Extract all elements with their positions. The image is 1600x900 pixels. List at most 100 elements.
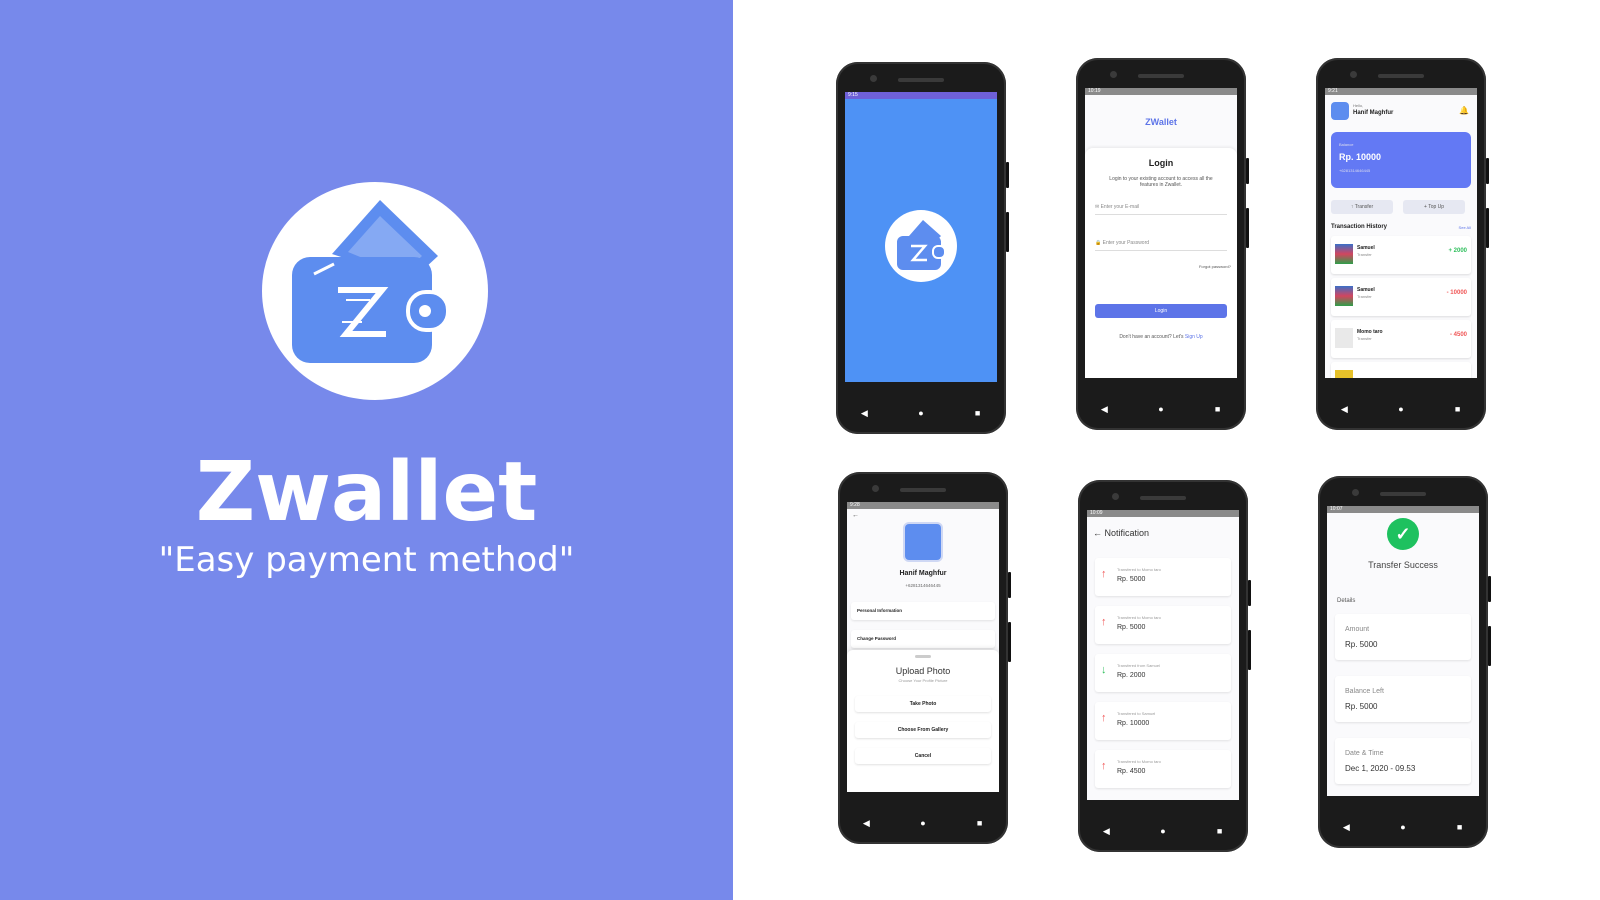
recent-nav-button[interactable]: ■	[1440, 822, 1480, 832]
phone-notification: 10:09 ← Notification ↑ Transfered to Mom…	[1078, 480, 1251, 852]
balance-label: Balance	[1339, 142, 1354, 147]
phone-login: 10:19 ZWallet Login Login to your existi…	[1076, 58, 1249, 430]
avatar[interactable]	[1331, 102, 1349, 120]
success-screen: 10:07 ✓ Transfer Success Details Amount …	[1327, 506, 1479, 796]
login-button[interactable]: Login	[1095, 304, 1227, 318]
wallet-logo-icon	[897, 220, 946, 270]
arrow-down-icon: ↓	[1101, 664, 1107, 676]
back-nav-button[interactable]: ◀	[844, 408, 884, 419]
recent-nav-button[interactable]: ■	[960, 818, 1000, 828]
see-all-link[interactable]: See All	[1459, 225, 1471, 230]
status-bar: 10:07	[1327, 506, 1479, 513]
arrow-up-icon: ↑	[1101, 712, 1107, 724]
change-password-item[interactable]: Change Password	[851, 630, 995, 648]
notification-item[interactable]: ↑ Transfered to Momo taro Rp. 5000	[1095, 558, 1231, 596]
arrow-up-icon: ↑	[1101, 616, 1107, 628]
camera	[870, 75, 877, 82]
app-title: Zwallet	[195, 445, 538, 540]
profile-screen: 9:28 ← Hanif Maghfur +6281314646445 Pers…	[847, 502, 999, 792]
brand-panel: Zwallet "Easy payment method"	[0, 0, 733, 900]
arrow-up-icon: ↑	[1101, 760, 1107, 772]
sheet-handle[interactable]	[915, 655, 931, 658]
profile-name: Hanif Maghfur	[899, 570, 947, 577]
balance-left-card: Balance Left Rp. 5000	[1335, 676, 1471, 722]
upload-subtitle: Choose Your Profile Picture	[898, 678, 948, 683]
history-title: Transaction History	[1331, 224, 1388, 230]
signup-link[interactable]: Sign Up	[1185, 334, 1203, 340]
home-screen: 9:21 Hello, Hanif Maghfur 🔔 Balance Rp. …	[1325, 88, 1477, 378]
transaction-row[interactable]: Samuel Transfer - 10000	[1331, 278, 1471, 316]
status-bar: 9:15	[845, 92, 997, 99]
password-field[interactable]: 🔒 Enter your Password	[1095, 236, 1227, 251]
home-nav-button[interactable]: ●	[903, 818, 943, 828]
nav-bar: ◀ ● ■	[1076, 398, 1246, 420]
forgot-password-link[interactable]: Forgot password?	[1199, 264, 1231, 269]
recent-nav-button[interactable]: ■	[1438, 404, 1478, 414]
cancel-button[interactable]: Cancel	[855, 748, 991, 764]
home-nav-button[interactable]: ●	[1381, 404, 1421, 414]
notification-screen: 10:09 ← Notification ↑ Transfered to Mom…	[1087, 510, 1239, 800]
lock-icon: 🔒	[1095, 240, 1103, 246]
back-nav-button[interactable]: ◀	[846, 818, 886, 829]
balance-phone: +6281314646445	[1339, 168, 1371, 173]
avatar	[1335, 328, 1353, 348]
transfer-button[interactable]: ↑ Transfer	[1331, 200, 1393, 214]
notification-item[interactable]: ↑ Transfered to Momo taro Rp. 4500	[1095, 750, 1231, 788]
home-nav-button[interactable]: ●	[901, 408, 941, 418]
bell-icon[interactable]: 🔔	[1459, 106, 1469, 115]
profile-phone: +6281314646445	[905, 583, 941, 588]
email-field[interactable]: ✉ Enter your E-mail	[1095, 200, 1227, 215]
back-nav-button[interactable]: ◀	[1324, 404, 1364, 415]
login-screen: 10:19 ZWallet Login Login to your existi…	[1085, 88, 1237, 378]
nav-bar: ◀ ● ■	[1318, 816, 1488, 838]
notification-item[interactable]: ↑ Transfered to Momo taro Rp. 5000	[1095, 606, 1231, 644]
home-nav-button[interactable]: ●	[1141, 404, 1181, 414]
back-arrow-icon[interactable]: ←	[1093, 528, 1102, 538]
phone-profile: 9:28 ← Hanif Maghfur +6281314646445 Pers…	[838, 472, 1011, 844]
transaction-row[interactable]	[1331, 362, 1471, 378]
date-time-card: Date & Time Dec 1, 2020 - 09.53	[1335, 738, 1471, 784]
balance-value: Rp. 10000	[1339, 152, 1382, 162]
arrow-up-icon: ↑	[1101, 568, 1107, 580]
user-name: Hanif Maghfur	[1353, 110, 1394, 116]
status-bar: 9:28	[847, 502, 999, 509]
app-logo	[262, 182, 488, 400]
profile-avatar[interactable]	[905, 524, 941, 560]
signup-prompt: Don't have an account? Let's Sign Up	[1119, 334, 1203, 340]
wallet-logo-icon	[292, 200, 450, 363]
phone-home: 9:21 Hello, Hanif Maghfur 🔔 Balance Rp. …	[1316, 58, 1489, 430]
back-arrow-icon[interactable]: ←	[852, 512, 859, 519]
greeting: Hello,	[1353, 103, 1364, 108]
personal-info-item[interactable]: Personal Information	[851, 602, 995, 620]
login-subtext: Login to your existing account to access…	[1109, 176, 1213, 188]
balance-card: Balance Rp. 10000 +6281314646445	[1331, 132, 1471, 188]
recent-nav-button[interactable]: ■	[1198, 404, 1238, 414]
recent-nav-button[interactable]: ■	[958, 408, 998, 418]
recent-nav-button[interactable]: ■	[1200, 826, 1240, 836]
back-nav-button[interactable]: ◀	[1326, 822, 1366, 833]
take-photo-button[interactable]: Take Photo	[855, 696, 991, 712]
back-nav-button[interactable]: ◀	[1086, 826, 1126, 837]
login-card: Login Login to your existing account to …	[1085, 148, 1237, 378]
topup-button[interactable]: + Top Up	[1403, 200, 1465, 214]
transaction-row[interactable]: Samuel Transfer + 2000	[1331, 236, 1471, 274]
success-title: Transfer Success	[1368, 560, 1438, 570]
avatar	[1335, 244, 1353, 264]
app-tagline: "Easy payment method"	[158, 540, 575, 580]
page-title: ← Notification	[1093, 528, 1150, 538]
nav-bar: ◀ ● ■	[838, 812, 1008, 834]
home-nav-button[interactable]: ●	[1143, 826, 1183, 836]
transaction-row[interactable]: Momo taro Transfer - 4500	[1331, 320, 1471, 358]
avatar	[1335, 370, 1353, 378]
notification-item[interactable]: ↓ Transfered from Samuel Rp. 2000	[1095, 654, 1231, 692]
notification-item[interactable]: ↑ Transfered to Samuel Rp. 10000	[1095, 702, 1231, 740]
app-name: ZWallet	[1145, 117, 1177, 127]
home-nav-button[interactable]: ●	[1383, 822, 1423, 832]
back-nav-button[interactable]: ◀	[1084, 404, 1124, 415]
upload-photo-sheet: Upload Photo Choose Your Profile Picture…	[847, 650, 999, 792]
details-label: Details	[1337, 598, 1356, 604]
splash-logo	[885, 210, 957, 282]
check-icon: ✓	[1387, 518, 1419, 550]
nav-bar: ◀ ● ■	[1316, 398, 1486, 420]
choose-gallery-button[interactable]: Choose From Gallery	[855, 722, 991, 738]
